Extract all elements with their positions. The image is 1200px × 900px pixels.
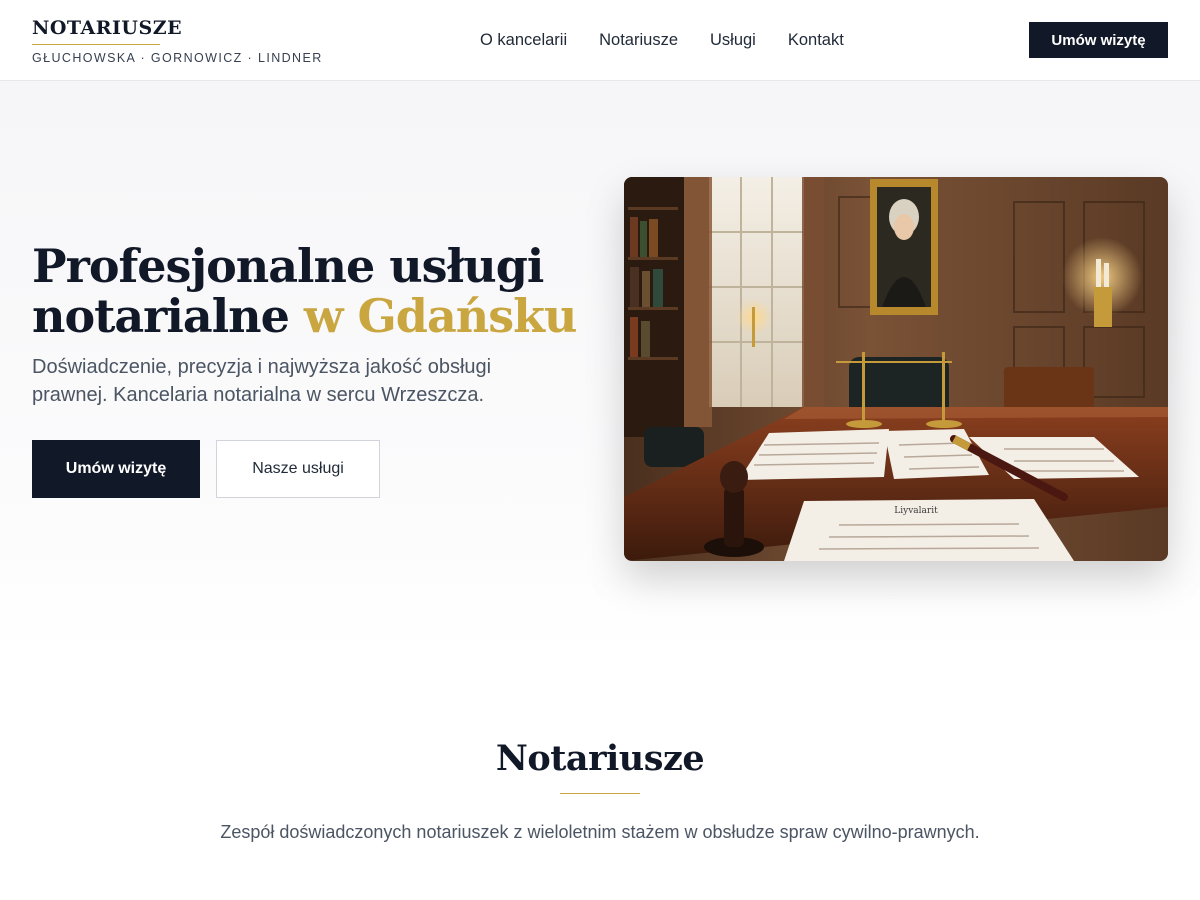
hero-title-line1: Profesjonalne usługi <box>32 239 544 293</box>
hero-title-line2: notarialne <box>32 289 304 343</box>
section-description: Zespół doświadczonych notariuszek z wiel… <box>220 822 980 842</box>
logo-title: NOTARIUSZE <box>32 17 183 39</box>
logo[interactable]: NOTARIUSZE GŁUCHOWSKA · GORNOWICZ · LIND… <box>32 16 323 65</box>
nav-link-o-kancelarii[interactable]: O kancelarii <box>480 30 567 50</box>
hero-book-visit-button[interactable]: Umów wizytę <box>32 440 200 498</box>
hero-subtitle: Doświadczenie, precyzja i najwyższa jako… <box>32 356 492 406</box>
hero-section: Profesjonalne usługi notarialne w Gdańsk… <box>0 81 1200 657</box>
section-divider <box>560 793 640 794</box>
section-title: Notariusze <box>495 738 705 779</box>
nav-link-kontakt[interactable]: Kontakt <box>788 30 844 50</box>
image-document-heading: Liyvalarit <box>894 506 938 516</box>
nav-link-notariusze[interactable]: Notariusze <box>599 30 678 50</box>
logo-subtitle: GŁUCHOWSKA · GORNOWICZ · LINDNER <box>32 51 323 65</box>
main-nav: O kancelarii Notariusze Usługi Kontakt <box>480 30 844 50</box>
hero-services-button[interactable]: Nasze usługi <box>216 440 380 498</box>
hero-title: Profesjonalne usługi notarialne w Gdańsk… <box>32 241 592 341</box>
hero-office-image: Liyvalarit <box>624 177 1168 561</box>
site-header: NOTARIUSZE GŁUCHOWSKA · GORNOWICZ · LIND… <box>0 0 1200 81</box>
logo-divider <box>32 44 160 45</box>
hero-title-accent: w Gdańsku <box>303 289 578 343</box>
nav-link-uslugi[interactable]: Usługi <box>710 30 756 50</box>
header-book-visit-button[interactable]: Umów wizytę <box>1029 22 1168 58</box>
